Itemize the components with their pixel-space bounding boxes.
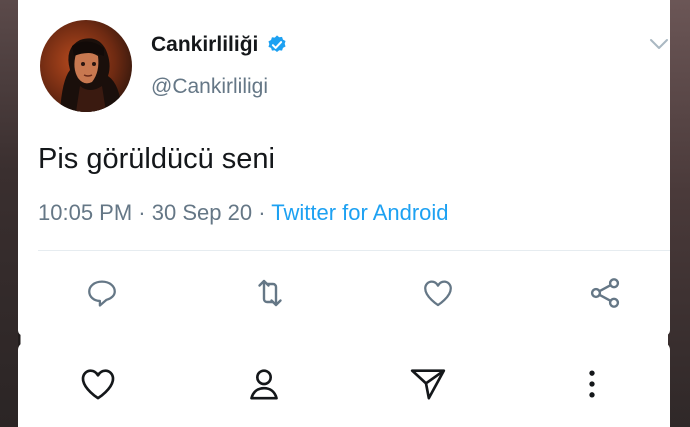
avatar-image bbox=[40, 20, 132, 112]
display-name-row[interactable]: Cankirliliği bbox=[151, 33, 288, 57]
like-button[interactable] bbox=[418, 273, 458, 313]
tweet-card: Cankirliliği @Cankirliligi Pis görüldücü… bbox=[18, 0, 670, 336]
bottom-profile-button[interactable] bbox=[242, 362, 286, 406]
tweet-text: Pis görüldücü seni bbox=[38, 143, 275, 175]
bottom-bar bbox=[18, 342, 670, 427]
tweet-meta: 10:05 PM · 30 Sep 20 · Twitter for Andro… bbox=[38, 200, 449, 226]
meta-separator: · bbox=[138, 200, 152, 225]
tweet-time[interactable]: 10:05 PM bbox=[38, 200, 132, 225]
share-icon bbox=[590, 278, 620, 308]
like-icon bbox=[424, 280, 452, 307]
user-handle[interactable]: @Cankirliligi bbox=[151, 75, 268, 99]
display-name[interactable]: Cankirliliği bbox=[151, 33, 258, 57]
share-button[interactable] bbox=[585, 273, 625, 313]
heart-icon bbox=[81, 369, 115, 400]
reply-button[interactable] bbox=[82, 273, 122, 313]
tweet-source-link[interactable]: Twitter for Android bbox=[271, 200, 448, 225]
more-icon bbox=[589, 370, 595, 398]
chevron-down-icon[interactable] bbox=[648, 36, 670, 52]
tweet-date[interactable]: 30 Sep 20 bbox=[152, 200, 252, 225]
meta-separator: · bbox=[258, 200, 272, 225]
divider bbox=[38, 250, 670, 251]
background-left-edge bbox=[0, 0, 18, 427]
retweet-button[interactable] bbox=[250, 273, 290, 313]
bottom-like-button[interactable] bbox=[76, 362, 120, 406]
background-right-edge bbox=[668, 0, 690, 427]
bottom-more-button[interactable] bbox=[570, 362, 614, 406]
verified-badge-icon bbox=[268, 35, 286, 53]
send-icon bbox=[410, 369, 446, 400]
retweet-icon bbox=[258, 279, 282, 307]
bottom-send-button[interactable] bbox=[406, 362, 450, 406]
reply-icon bbox=[88, 280, 116, 307]
avatar[interactable] bbox=[40, 20, 132, 112]
profile-icon bbox=[250, 369, 278, 400]
